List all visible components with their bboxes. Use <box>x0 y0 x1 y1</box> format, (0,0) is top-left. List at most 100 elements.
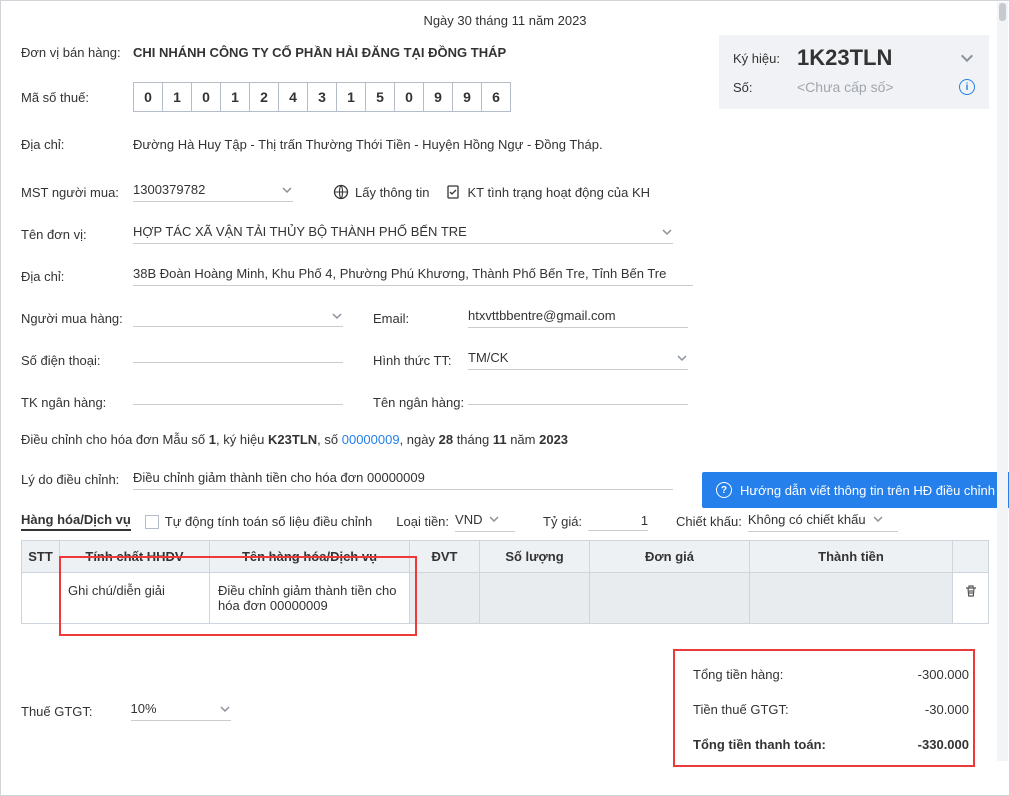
vat-amount-value: -30.000 <box>925 702 969 717</box>
check-status-label: KT tình trạng hoạt động của KH <box>467 185 650 200</box>
scrollbar-thumb[interactable] <box>999 3 1006 21</box>
guide-button[interactable]: ? Hướng dẫn viết thông tin trên HĐ điều … <box>702 472 1009 508</box>
cell-dvt <box>410 572 480 623</box>
get-info-label: Lấy thông tin <box>355 185 429 200</box>
bank-name-input[interactable] <box>468 400 688 405</box>
vat-value: 10% <box>131 701 157 716</box>
clipboard-check-icon <box>445 184 461 200</box>
vat-select[interactable]: 10% <box>131 701 231 721</box>
bank-acc-label: TK ngân hàng: <box>21 395 133 410</box>
check-status-button[interactable]: KT tình trạng hoạt động của KH <box>445 184 650 200</box>
col-thanh-tien: Thành tiền <box>750 540 953 572</box>
serial-panel: Ký hiệu: 1K23TLN Số: <Chưa cấp số> i <box>719 35 989 109</box>
ref-invoice-link[interactable]: 00000009 <box>342 432 400 447</box>
payment-select[interactable]: TM/CK <box>468 350 688 370</box>
scrollbar[interactable] <box>997 2 1008 761</box>
vat-label: Thuế GTGT: <box>21 704 93 719</box>
total-goods-label: Tổng tiền hàng: <box>693 667 783 682</box>
tax-digit: 9 <box>423 82 453 112</box>
auto-calc-checkbox[interactable]: Tự động tính toán số liệu điều chỉnh <box>145 514 372 529</box>
phone-input[interactable] <box>133 358 343 363</box>
adjustment-reference: Điều chỉnh cho hóa đơn Mẫu số 1, ký hiệu… <box>21 430 989 450</box>
col-stt: STT <box>22 540 60 572</box>
tax-digit: 0 <box>133 82 163 112</box>
globe-icon <box>333 184 349 200</box>
total-payment-value: -330.000 <box>918 737 969 752</box>
info-icon[interactable]: i <box>959 79 975 95</box>
cell-don-gia <box>590 572 750 623</box>
buyer-address-input[interactable]: 38B Đoàn Hoàng Minh, Khu Phố 4, Phường P… <box>133 266 693 286</box>
tax-digit-boxes: 0 1 0 1 2 4 3 1 5 0 9 9 6 <box>133 82 511 112</box>
totals-panel: Tổng tiền hàng: -300.000 Tiền thuế GTGT:… <box>689 657 973 762</box>
document-date: Ngày 30 tháng 11 năm 2023 <box>21 13 989 28</box>
discount-select[interactable]: Không có chiết khấu <box>748 512 898 532</box>
chevron-down-icon <box>676 352 688 364</box>
col-ten: Tên hàng hóa/Dịch vụ <box>210 540 410 572</box>
auto-calc-label: Tự động tính toán số liệu điều chỉnh <box>165 514 372 529</box>
cell-tinh-chat[interactable]: Ghi chú/diễn giải <box>60 572 210 623</box>
buyer-unit-select[interactable]: HỢP TÁC XÃ VẬN TẢI THỦY BỘ THÀNH PHỐ BẾN… <box>133 224 673 244</box>
items-table: STT Tính chất HHDV Tên hàng hóa/Dịch vụ … <box>21 540 989 624</box>
reason-input[interactable]: Điều chỉnh giảm thành tiền cho hóa đơn 0… <box>133 470 673 490</box>
kyhieu-value[interactable]: 1K23TLN <box>797 45 959 71</box>
reason-label: Lý do điều chỉnh: <box>21 472 133 487</box>
cell-stt[interactable] <box>22 572 60 623</box>
tax-digit: 9 <box>452 82 482 112</box>
currency-label: Loại tiền: <box>396 514 449 529</box>
tax-digit: 1 <box>336 82 366 112</box>
chevron-down-icon <box>488 513 500 525</box>
vat-amount-label: Tiền thuế GTGT: <box>693 702 789 717</box>
help-icon: ? <box>716 482 732 498</box>
kyhieu-label: Ký hiệu: <box>733 51 797 66</box>
buyer-unit-value: HỢP TÁC XÃ VẬN TẢI THỦY BỘ THÀNH PHỐ BẾN… <box>133 224 467 239</box>
checkbox-icon <box>145 515 159 529</box>
items-section-title: Hàng hóa/Dịch vụ <box>21 512 131 531</box>
buyer-name-label: Người mua hàng: <box>21 311 133 326</box>
chevron-down-icon[interactable] <box>959 50 975 66</box>
cell-thanh-tien <box>750 572 953 623</box>
bank-acc-input[interactable] <box>133 400 343 405</box>
tax-digit: 4 <box>278 82 308 112</box>
chevron-down-icon <box>331 310 343 322</box>
trash-icon <box>963 583 979 599</box>
rate-input[interactable]: 1 <box>588 513 648 531</box>
bank-name-label: Tên ngân hàng: <box>373 395 468 410</box>
buyer-mst-value: 1300379782 <box>133 182 205 197</box>
get-info-button[interactable]: Lấy thông tin <box>333 184 429 200</box>
chevron-down-icon <box>219 703 231 715</box>
so-label: Số: <box>733 80 797 95</box>
table-row[interactable]: Ghi chú/diễn giải Điều chỉnh giảm thành … <box>22 572 989 623</box>
tax-digit: 5 <box>365 82 395 112</box>
so-placeholder: <Chưa cấp số> <box>797 79 959 95</box>
total-payment-label: Tổng tiền thanh toán: <box>693 737 826 752</box>
cell-delete[interactable] <box>953 572 989 623</box>
total-goods-value: -300.000 <box>918 667 969 682</box>
tax-digit: 1 <box>220 82 250 112</box>
email-label: Email: <box>373 311 468 326</box>
buyer-address-label: Địa chỉ: <box>21 269 133 284</box>
seller-address-label: Địa chỉ: <box>21 137 133 152</box>
tax-digit: 0 <box>191 82 221 112</box>
buyer-mst-label: MST người mua: <box>21 185 133 200</box>
guide-label: Hướng dẫn viết thông tin trên HĐ điều ch… <box>740 483 995 498</box>
payment-value: TM/CK <box>468 350 508 365</box>
cell-ten[interactable]: Điều chỉnh giảm thành tiền cho hóa đơn 0… <box>210 572 410 623</box>
col-don-gia: Đơn giá <box>590 540 750 572</box>
discount-label: Chiết khấu: <box>676 514 742 529</box>
buyer-name-select[interactable] <box>133 310 343 327</box>
seller-unit-value: CHI NHÁNH CÔNG TY CỔ PHẦN HẢI ĐĂNG TẠI Đ… <box>133 45 506 60</box>
phone-label: Số điện thoại: <box>21 353 133 368</box>
tax-digit: 1 <box>162 82 192 112</box>
seller-unit-label: Đơn vị bán hàng: <box>21 45 133 60</box>
chevron-down-icon <box>872 513 884 525</box>
seller-tax-label: Mã số thuế: <box>21 90 133 105</box>
email-input[interactable]: htxvttbbentre@gmail.com <box>468 308 688 328</box>
col-so-luong: Số lượng <box>480 540 590 572</box>
rate-label: Tỷ giá: <box>543 514 582 529</box>
col-action <box>953 540 989 572</box>
currency-select[interactable]: VND <box>455 512 515 532</box>
seller-address-value: Đường Hà Huy Tập - Thị trấn Thường Thới … <box>133 137 603 152</box>
col-dvt: ĐVT <box>410 540 480 572</box>
buyer-mst-select[interactable]: 1300379782 <box>133 182 293 202</box>
tax-digit: 3 <box>307 82 337 112</box>
